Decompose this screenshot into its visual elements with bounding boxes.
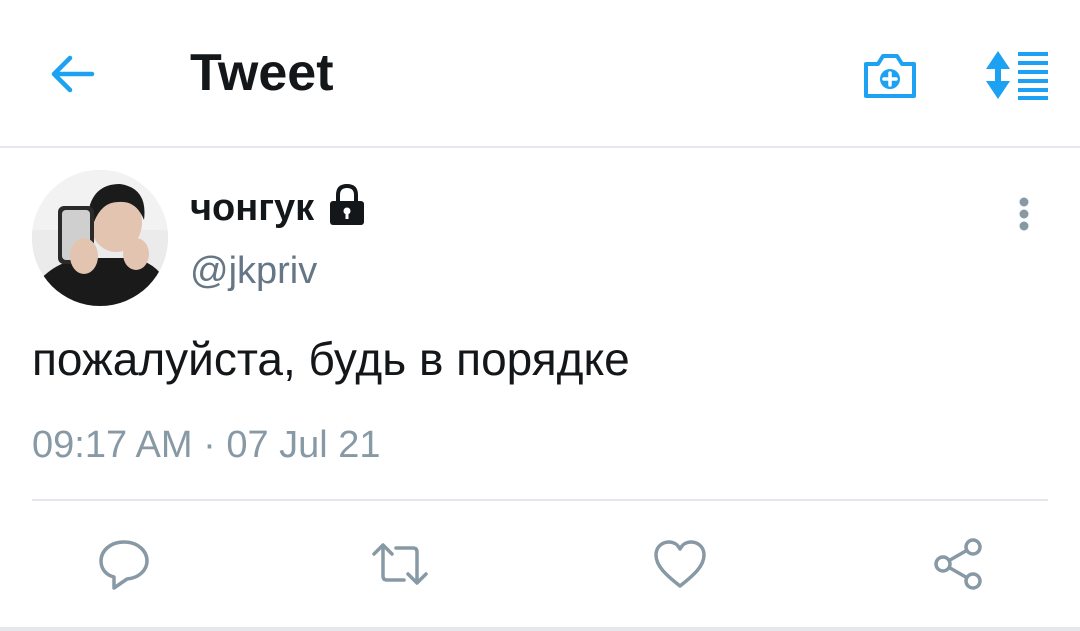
back-button[interactable] (46, 50, 98, 98)
sort-list-icon (986, 51, 1048, 100)
profile-photo (32, 170, 168, 306)
arrow-left-icon (51, 55, 95, 93)
more-vertical-icon (1019, 197, 1029, 231)
app-header: Tweet (0, 0, 1080, 148)
divider (32, 499, 1048, 501)
lock-icon (326, 182, 368, 228)
display-name[interactable]: чонгук (190, 186, 314, 230)
camera-button[interactable] (860, 48, 920, 102)
tweet-timestamp: 09:17 AM · 07 Jul 21 (32, 424, 381, 466)
camera-plus-icon (864, 54, 916, 98)
tweet-text: пожалуйста, будь в порядке (32, 333, 630, 385)
like-button[interactable] (650, 534, 710, 594)
heart-icon (654, 540, 706, 588)
avatar[interactable] (32, 170, 168, 306)
page-title: Tweet (190, 44, 334, 102)
reply-button[interactable] (94, 534, 154, 594)
sort-button[interactable] (982, 48, 1052, 102)
share-button[interactable] (928, 534, 988, 594)
retweet-button[interactable] (370, 534, 430, 594)
bottom-divider (0, 627, 1080, 631)
user-handle[interactable]: @jkpriv (190, 248, 317, 294)
reply-icon (99, 540, 149, 590)
share-icon (934, 538, 982, 590)
retweet-icon (372, 543, 428, 585)
more-options-button[interactable] (1008, 190, 1040, 242)
